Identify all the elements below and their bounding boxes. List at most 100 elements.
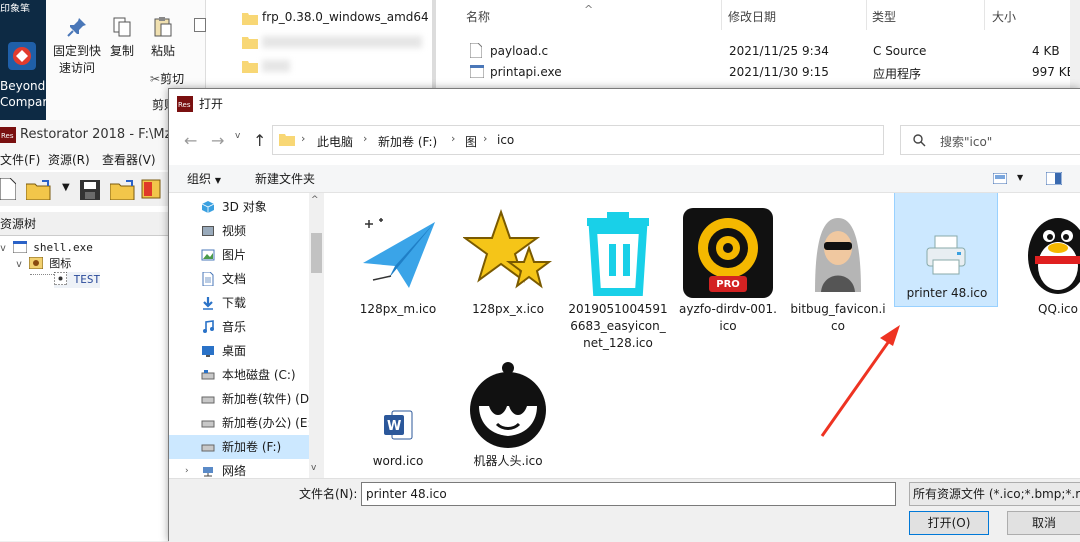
background-scrollbar[interactable]: [1070, 0, 1080, 88]
cancel-button[interactable]: 取消: [1007, 511, 1080, 535]
scroll-up-icon[interactable]: ^: [311, 195, 319, 205]
background-scrollbar[interactable]: [432, 0, 436, 88]
cut-button[interactable]: ✂剪切: [150, 70, 206, 87]
view-options-icon[interactable]: [993, 173, 1007, 184]
tree-node-test[interactable]: TEST: [53, 271, 101, 288]
up-arrow-icon[interactable]: ↑: [253, 119, 266, 163]
copy-button[interactable]: 复制: [106, 16, 138, 60]
filetype-select[interactable]: 所有资源文件 (*.ico;*.bmp;*.re: [909, 482, 1080, 506]
nav-item-drive-d[interactable]: 新加卷(软件) (D: [169, 387, 309, 411]
dropdown-arrow-icon[interactable]: ▼: [62, 182, 70, 193]
export-folder-icon[interactable]: [110, 180, 136, 200]
column-header-name[interactable]: 名称: [466, 8, 490, 25]
chevron-down-icon: v: [16, 259, 23, 270]
preview-pane-icon[interactable]: [1046, 172, 1062, 185]
open-folder-icon[interactable]: [26, 180, 52, 200]
menu-viewer[interactable]: 查看器(V): [102, 150, 156, 170]
breadcrumb-folder-ico[interactable]: ico: [497, 133, 514, 147]
file-tile-easyicon[interactable]: 20190510045916683_easyicon_net_128.ico: [566, 201, 670, 351]
dialog-bottom-bar: 文件名(N): printer 48.ico v 所有资源文件 (*.ico;*…: [169, 478, 1080, 542]
pin-quick-access-button[interactable]: 固定到快 速访问: [50, 16, 104, 77]
file-tile-printer-48[interactable]: printer 48.ico: [894, 193, 998, 307]
breadcrumb-separator-icon[interactable]: ›: [363, 132, 367, 145]
file-tile-ayzfo[interactable]: PRO ayzfo-dirdv-001.ico: [676, 201, 780, 351]
organize-button[interactable]: 组织 ▼: [187, 165, 221, 195]
restorator-toolbar: ▼: [0, 172, 168, 206]
file-tile-robot-head[interactable]: 机器人头.ico: [456, 353, 560, 478]
file-tile-128px-m[interactable]: 128px_m.ico: [346, 201, 450, 351]
table-row[interactable]: payload.c 2021/11/25 9:34 C Source 4 KB: [466, 40, 1080, 62]
open-button[interactable]: 打开(O): [909, 511, 989, 535]
filename-input[interactable]: printer 48.ico v: [361, 482, 896, 506]
nav-item-music[interactable]: 音乐: [169, 315, 309, 339]
dialog-titlebar: Res 打开: [169, 89, 1080, 119]
breadcrumb-folder-pic[interactable]: 图: [465, 133, 477, 150]
pictures-icon: [201, 249, 215, 261]
address-bar[interactable]: › 此电脑 › 新加卷 (F:) › 图 › ico v ↻: [272, 125, 979, 155]
menu-file[interactable]: 文件(F): [0, 150, 40, 170]
breadcrumb-separator-icon[interactable]: ›: [301, 132, 305, 145]
breadcrumb-separator-icon[interactable]: ›: [451, 132, 455, 145]
printer-icon: [926, 235, 966, 275]
new-folder-button[interactable]: 新建文件夹: [255, 165, 315, 193]
nav-item-drive-c[interactable]: 本地磁盘 (C:): [169, 363, 309, 387]
recent-locations-chevron-icon[interactable]: v: [235, 131, 240, 141]
file-tile-bitbug[interactable]: bitbug_favicon.ico: [786, 201, 890, 351]
breadcrumb-drive-f[interactable]: 新加卷 (F:): [378, 133, 437, 150]
file-label: bitbug_favicon.ico: [790, 302, 886, 333]
scroll-thumb[interactable]: [311, 233, 322, 273]
column-header-date[interactable]: 修改日期: [728, 8, 776, 25]
file-tile-word[interactable]: W word.ico: [346, 353, 450, 478]
nav-item-label: 新加卷(办公) (E:: [222, 416, 309, 430]
forward-arrow-icon[interactable]: →: [211, 119, 224, 163]
beyond-compare-icon[interactable]: [6, 40, 38, 72]
breadcrumb-this-pc[interactable]: 此电脑: [317, 133, 353, 150]
file-label: printer 48.ico: [906, 286, 988, 300]
chevron-right-icon[interactable]: ›: [185, 459, 189, 478]
chevron-down-icon[interactable]: ▼: [1017, 173, 1023, 182]
file-name: payload.c: [490, 44, 549, 58]
table-row[interactable]: printapi.exe 2021/11/30 9:15 应用程序 997 KB: [466, 61, 1080, 83]
file-label: 128px_m.ico: [359, 302, 437, 316]
nav-item-drive-f[interactable]: 新加卷 (F:): [169, 435, 309, 459]
file-tile-128px-x[interactable]: 128px_x.ico: [456, 201, 560, 351]
paste-button[interactable]: 粘贴: [146, 16, 180, 60]
nav-item-network[interactable]: › 网络: [169, 459, 309, 478]
open-file-dialog: Res 打开 ← → v ↑ › 此电脑 › 新加卷 (F:) › 图 › ic…: [168, 88, 1080, 542]
scroll-down-icon[interactable]: v: [311, 463, 316, 473]
restorator-menubar: 文件(F) 资源(R) 查看器(V): [0, 150, 168, 170]
blurred-folder-name: [262, 60, 290, 72]
nav-item-desktop[interactable]: 桌面: [169, 339, 309, 363]
sort-up-icon: ^: [584, 3, 594, 16]
file-tile-qq[interactable]: QQ.ico: [1006, 201, 1080, 351]
nav-item-3d-objects[interactable]: 3D 对象: [169, 195, 309, 219]
background-folder-name[interactable]: frp_0.38.0_windows_amd64: [262, 10, 429, 24]
network-icon: [203, 467, 213, 477]
nav-item-documents[interactable]: 文档: [169, 267, 309, 291]
save-icon[interactable]: [80, 180, 100, 200]
paste-label: 粘贴: [150, 44, 175, 58]
new-file-icon[interactable]: [0, 178, 16, 200]
drive-icon: [201, 370, 215, 380]
column-header-type[interactable]: 类型: [872, 8, 896, 25]
nav-item-downloads[interactable]: 下载: [169, 291, 309, 315]
nav-item-label: 本地磁盘 (C:): [222, 368, 296, 382]
column-header-size[interactable]: 大小: [992, 8, 1016, 25]
tree-node-root[interactable]: v shell.exe: [0, 240, 93, 257]
nav-item-label: 下载: [222, 296, 247, 310]
resource-editor-icon[interactable]: [140, 178, 164, 200]
menu-resource[interactable]: 资源(R): [48, 150, 90, 170]
nav-item-videos[interactable]: 视频: [169, 219, 309, 243]
tree-connector: [30, 274, 54, 275]
back-arrow-icon[interactable]: ←: [184, 119, 197, 163]
breadcrumb-separator-icon[interactable]: ›: [483, 132, 487, 145]
nav-item-drive-e[interactable]: 新加卷(办公) (E:: [169, 411, 309, 435]
tree-node-icons[interactable]: v 图标: [16, 256, 71, 273]
column-divider: [721, 0, 722, 30]
blurred-folder-name: [262, 36, 422, 48]
filename-label: 文件名(N):: [299, 487, 358, 501]
nav-item-pictures[interactable]: 图片: [169, 243, 309, 267]
pin-label-2: 速访问: [58, 61, 95, 75]
search-box[interactable]: 搜索"ico": [900, 125, 1080, 155]
nav-pane-scrollbar[interactable]: ^ v: [309, 193, 324, 478]
